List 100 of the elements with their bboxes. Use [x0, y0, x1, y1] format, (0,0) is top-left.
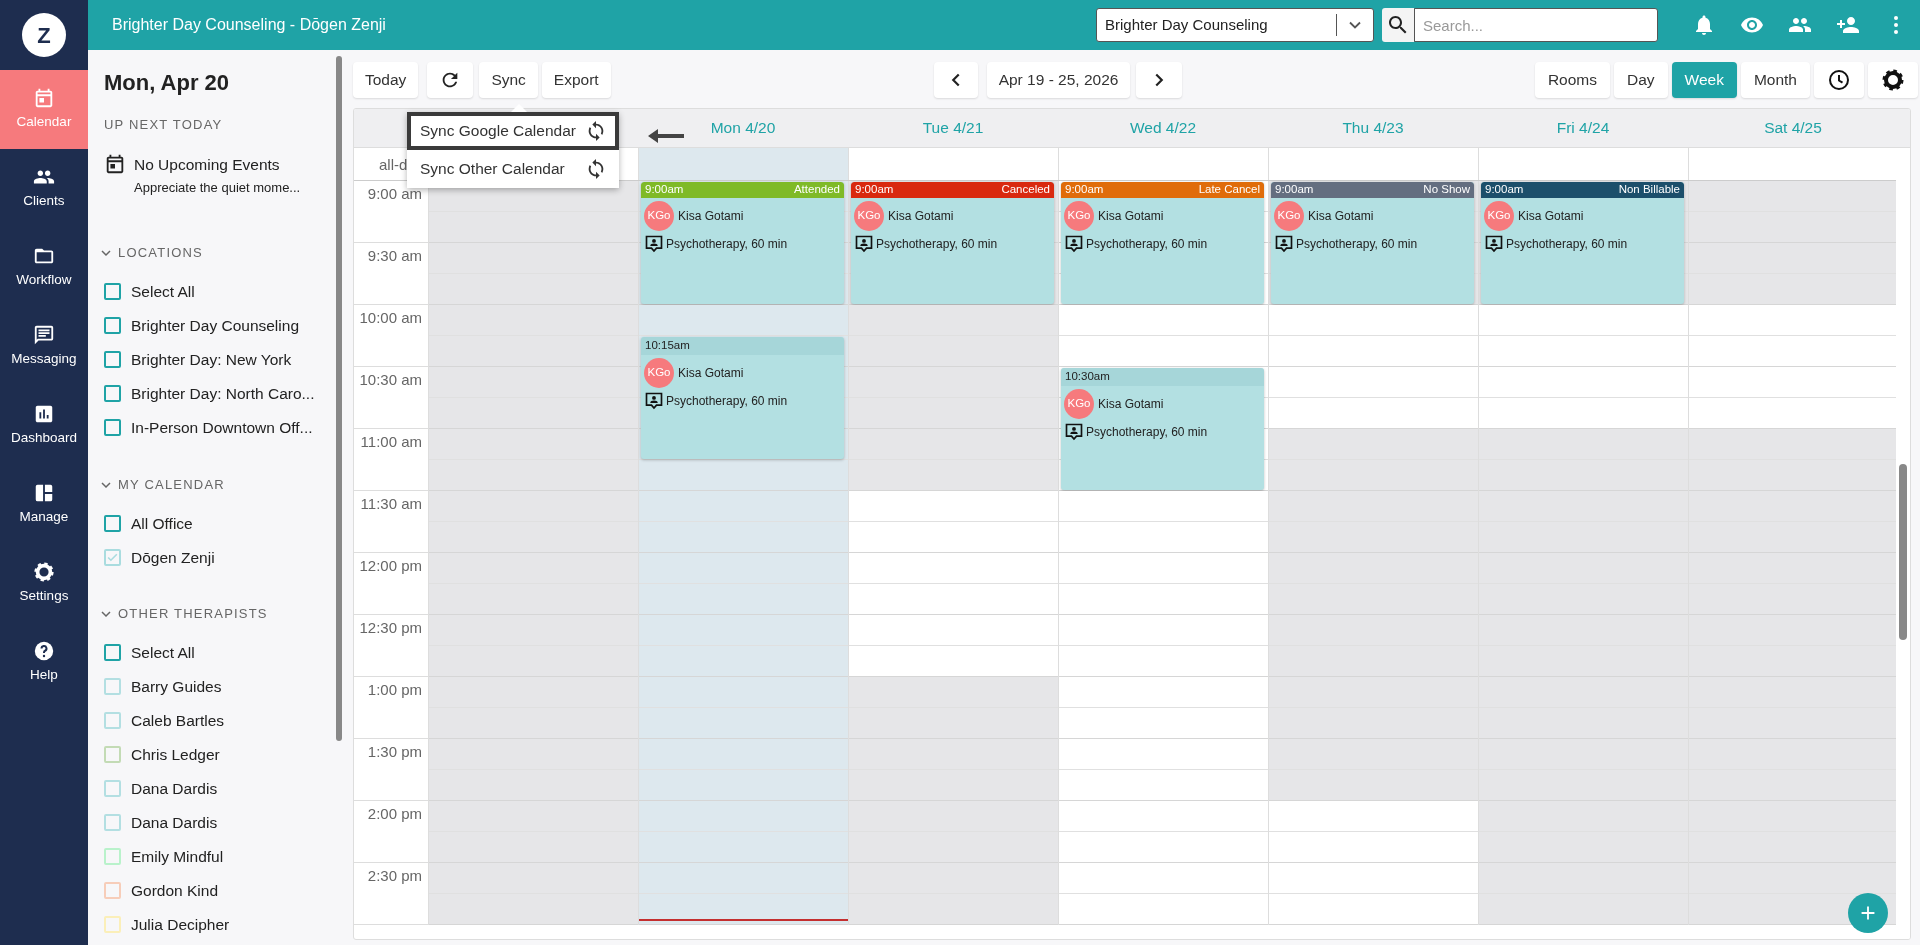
view-tab[interactable]: Day [1614, 62, 1668, 98]
event-status: Late Cancel [1198, 182, 1260, 198]
event-subtitle: Appreciate the quiet mome... [134, 178, 301, 197]
session-icon [854, 234, 874, 254]
service-label: Psychotherapy, 60 min [1086, 236, 1208, 253]
service-label: Psychotherapy, 60 min [666, 236, 788, 253]
nav-item[interactable]: Workflow [0, 228, 88, 307]
nav-item[interactable]: Messaging [0, 307, 88, 386]
logo[interactable]: Z [22, 13, 66, 57]
session-icon [1274, 234, 1294, 254]
menu-item[interactable]: Sync Other Calendar [407, 150, 619, 188]
checkbox[interactable] [104, 317, 121, 335]
all-day-cell[interactable] [638, 148, 848, 180]
next-button[interactable] [1136, 62, 1183, 98]
event-status: Canceled [1001, 182, 1050, 198]
checkbox-label: Gordon Kind [131, 881, 219, 902]
section-heading: OTHER THERAPISTS [118, 605, 268, 624]
checkbox[interactable] [104, 746, 121, 764]
calendar-icon [33, 86, 55, 109]
service-label: Psychotherapy, 60 min [666, 393, 788, 410]
date-range-button[interactable]: Apr 19 - 25, 2026 [986, 62, 1131, 98]
checkbox[interactable] [104, 385, 121, 403]
nav-item[interactable]: Dashboard [0, 386, 88, 465]
clock-button[interactable] [1814, 62, 1864, 98]
checkbox-label: Chris Ledger [131, 745, 220, 766]
sync-button[interactable]: Sync [479, 62, 538, 98]
chat-icon [33, 323, 55, 346]
checkbox-label: Caleb Bartles [131, 711, 225, 732]
time-slot[interactable]: 10:15am KGo Kisa Gotami Psychotherapy, 60 min [639, 305, 848, 491]
calendar-icon [104, 152, 126, 175]
time-slot[interactable] [1689, 863, 1898, 925]
page-title: Brighter Day Counseling - Dōgen Zenji [112, 15, 387, 35]
today-button[interactable]: Today [353, 62, 419, 98]
checkbox[interactable] [104, 351, 121, 369]
checkbox-label: Emily Mindful [131, 847, 224, 868]
client-name: Kisa Gotami [678, 365, 744, 382]
help-icon [33, 639, 55, 662]
nav-item[interactable]: Manage [0, 465, 88, 544]
event-title: No Upcoming Events [134, 154, 281, 175]
nav-item[interactable]: Clients [0, 149, 88, 228]
arrow-icon [646, 128, 686, 144]
export-button[interactable]: Export [541, 62, 611, 98]
settings-button[interactable] [1868, 62, 1918, 98]
checkbox[interactable] [104, 514, 121, 532]
client-name: Kisa Gotami [1308, 208, 1374, 225]
checkbox[interactable] [104, 548, 121, 566]
nav-item[interactable]: Help [0, 623, 88, 702]
checkbox-label: Brighter Day: North Caro... [131, 384, 315, 405]
menu-item[interactable]: Sync Google Calendar [407, 112, 619, 150]
section-heading: UP NEXT TODAY [104, 116, 224, 134]
settings-icon [33, 560, 55, 583]
session-icon [644, 391, 664, 411]
time-label: 1:30 pm [367, 742, 422, 762]
checkbox[interactable] [104, 283, 121, 301]
event-time: 9:00am [645, 182, 684, 198]
view-tab[interactable]: Rooms [1534, 62, 1610, 98]
appointment-card[interactable]: 10:15am KGo Kisa Gotami Psychotherapy, 60 min [641, 337, 844, 459]
settings-icon [1881, 68, 1905, 92]
previous-button[interactable] [933, 62, 978, 98]
nav-item[interactable]: Settings [0, 544, 88, 623]
event-status: Attended [793, 182, 840, 198]
time-label: 11:30 am [360, 494, 422, 514]
session-icon [1064, 422, 1084, 442]
time-label: 1:00 pm [367, 680, 422, 700]
event-time: 9:00am [1065, 182, 1104, 198]
refresh-button[interactable] [427, 62, 474, 98]
section-heading: MY CALENDAR [118, 475, 225, 494]
session-icon [1484, 234, 1504, 254]
checkbox[interactable] [104, 644, 121, 662]
service-label: Psychotherapy, 60 min [1086, 424, 1208, 441]
time-label: 2:00 pm [367, 804, 422, 824]
event-time: 10:15am [645, 338, 690, 354]
time-label: 10:30 am [359, 370, 422, 390]
panel-date: Mon, Apr 20 [104, 69, 231, 97]
event-time: 9:00am [1275, 182, 1314, 198]
client-name: Kisa Gotami [678, 208, 744, 225]
checkbox-label: Brighter Day Counseling [131, 316, 299, 337]
location-select[interactable]: Brighter Day Counseling [1096, 8, 1374, 42]
search-field[interactable]: Search... [1414, 8, 1658, 42]
scrollbar-thumb[interactable] [336, 56, 342, 741]
checkbox[interactable] [104, 419, 121, 437]
client-name: Kisa Gotami [888, 208, 954, 225]
session-icon [1064, 234, 1084, 254]
client-name: Kisa Gotami [1098, 208, 1164, 225]
view-tab[interactable]: Month [1740, 62, 1810, 98]
time-slot[interactable] [639, 863, 848, 925]
avatar: KGo [854, 201, 884, 231]
event-time: 10:30am [1065, 369, 1110, 385]
search-button[interactable] [1382, 8, 1414, 42]
event-status: No Show [1423, 182, 1470, 198]
event-status: Non Billable [1618, 182, 1680, 198]
service-label: Psychotherapy, 60 min [1296, 236, 1418, 253]
checkbox-label: In-Person Downtown Off... [131, 418, 313, 439]
session-icon [644, 234, 664, 254]
time-slot[interactable] [429, 181, 638, 243]
add-button[interactable] [1848, 893, 1888, 933]
avatar: KGo [1064, 201, 1094, 231]
checkbox-label: Julia Decipher [131, 915, 230, 936]
service-label: Psychotherapy, 60 min [876, 236, 998, 253]
scrollbar-thumb[interactable] [1899, 464, 1907, 640]
